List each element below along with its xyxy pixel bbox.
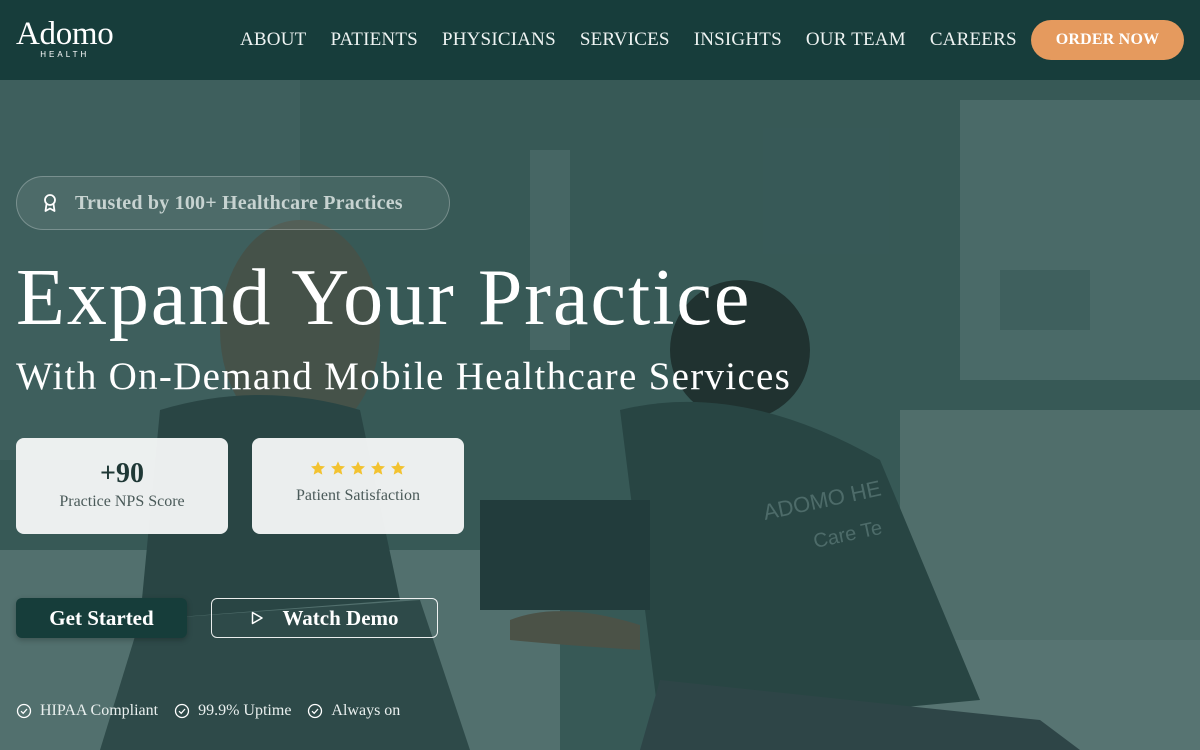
nav-item-services[interactable]: SERVICES xyxy=(580,28,670,52)
nps-score-value: +90 xyxy=(100,458,144,489)
feature-hipaa: HIPAA Compliant xyxy=(16,702,158,720)
star-icon xyxy=(311,461,325,475)
check-circle-icon xyxy=(307,703,323,719)
nav-item-physicians[interactable]: PHYSICIANS xyxy=(442,28,556,52)
satisfaction-card: Patient Satisfaction xyxy=(252,438,464,534)
hero-subtitle: With On-Demand Mobile Healthcare Service… xyxy=(16,355,792,398)
nav-item-insights[interactable]: INSIGHTS xyxy=(694,28,782,52)
nav-item-about[interactable]: ABOUT xyxy=(240,28,306,52)
nav-item-patients[interactable]: PATIENTS xyxy=(330,28,417,52)
nav-item-careers[interactable]: CAREERS xyxy=(930,28,1017,52)
get-started-button[interactable]: Get Started xyxy=(16,598,187,638)
rating-stars xyxy=(252,460,464,478)
hero-title: Expand Your Practice xyxy=(16,254,752,342)
site-header: Adomo HEALTH ABOUT PATIENTS PHYSICIANS S… xyxy=(0,0,1200,80)
star-icon xyxy=(331,461,345,475)
trust-badge-text: Trusted by 100+ Healthcare Practices xyxy=(75,191,403,214)
nps-score-card: +90 Practice NPS Score xyxy=(16,438,228,534)
check-circle-icon xyxy=(16,703,32,719)
trust-badge: Trusted by 100+ Healthcare Practices xyxy=(16,176,450,230)
feature-uptime: 99.9% Uptime xyxy=(174,702,291,720)
check-circle-icon xyxy=(174,703,190,719)
feature-list: HIPAA Compliant 99.9% Uptime Always on xyxy=(16,702,400,720)
main-nav: ABOUT PATIENTS PHYSICIANS SERVICES INSIG… xyxy=(240,28,1017,52)
feature-label: Always on xyxy=(331,702,401,719)
feature-label: HIPAA Compliant xyxy=(40,702,159,719)
award-icon xyxy=(41,193,59,213)
star-icon xyxy=(371,461,385,475)
feature-label: 99.9% Uptime xyxy=(198,702,292,719)
satisfaction-label: Patient Satisfaction xyxy=(296,487,420,504)
watch-demo-button[interactable]: Watch Demo xyxy=(211,598,438,638)
play-icon xyxy=(250,611,264,625)
watch-demo-label: Watch Demo xyxy=(282,605,399,630)
nps-score-label: Practice NPS Score xyxy=(59,493,185,510)
star-icon xyxy=(351,461,365,475)
brand-name: Adomo xyxy=(16,16,114,52)
feature-always-on: Always on xyxy=(307,702,400,720)
order-now-button[interactable]: ORDER NOW xyxy=(1031,20,1184,60)
brand-logo[interactable]: Adomo HEALTH xyxy=(16,16,114,59)
star-icon xyxy=(391,461,405,475)
nav-item-our-team[interactable]: OUR TEAM xyxy=(806,28,906,52)
